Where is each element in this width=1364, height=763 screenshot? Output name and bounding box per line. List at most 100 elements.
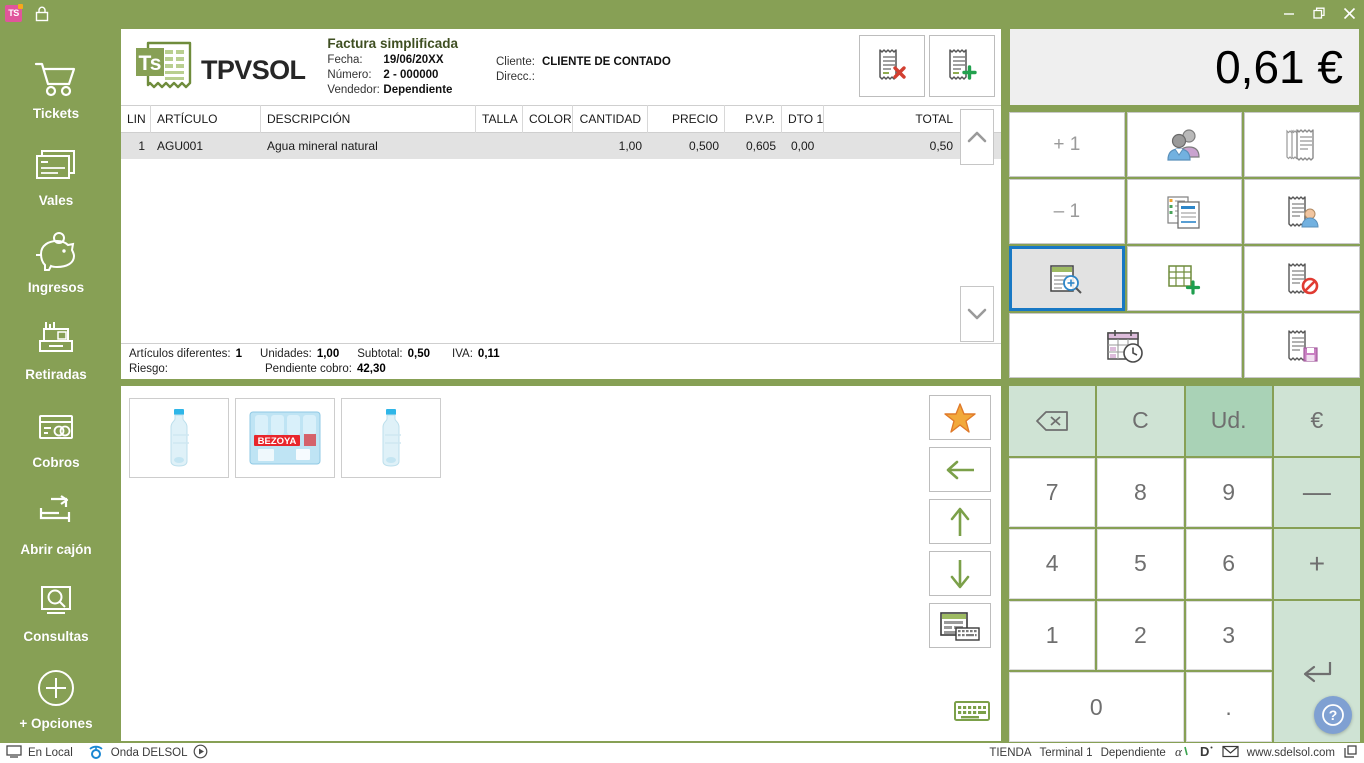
units-key[interactable]: Ud. — [1185, 386, 1272, 456]
radio-icon[interactable] — [87, 744, 105, 762]
field-cliente: Cliente: CLIENTE DE CONTADO — [496, 55, 671, 70]
receipt-delete-icon — [879, 49, 906, 80]
minimize-button[interactable] — [1274, 0, 1304, 26]
decrease-quantity-button[interactable]: – 1 — [1009, 179, 1125, 244]
table-header-row: LIN ARTÍCULO DESCRIPCIÓN TALLA COLOR CAN… — [121, 105, 1001, 133]
status-bar-right: TIENDA Terminal 1 Dependiente α D www.sd… — [989, 744, 1364, 762]
summary-label: Artículos diferentes: — [129, 348, 231, 360]
column-header-precio[interactable]: PRECIO — [648, 105, 725, 133]
select-customer-button[interactable] — [1126, 112, 1243, 177]
table-body: 1 AGU001 Agua mineral natural 1,00 0,500… — [121, 133, 1001, 326]
sidebar-item-tickets[interactable]: Tickets — [0, 44, 112, 131]
customer-ticket-button[interactable] — [1244, 179, 1360, 244]
decimal-key[interactable]: . — [1185, 672, 1272, 742]
add-line-button[interactable] — [1126, 246, 1243, 311]
shopping-cart-icon — [33, 55, 79, 101]
search-lines-button[interactable] — [1009, 246, 1125, 311]
minus-key[interactable]: — — [1273, 457, 1360, 528]
table-row[interactable]: 1 AGU001 Agua mineral natural 1,00 0,500… — [121, 133, 1001, 159]
cancel-ticket-button[interactable] — [1244, 246, 1360, 311]
cell-color — [523, 133, 573, 159]
sidebar-item-cobros[interactable]: Cobros — [0, 393, 112, 480]
status-website-label[interactable]: www.sdelsol.com — [1247, 747, 1335, 759]
summary-value: 1,00 — [316, 348, 340, 360]
delete-ticket-button[interactable] — [859, 35, 925, 97]
cell-lin: 1 — [138, 139, 145, 153]
key-1[interactable]: 1 — [1009, 600, 1096, 671]
sidebar-item-opciones[interactable]: + Opciones — [0, 655, 112, 742]
column-header-lin[interactable]: LIN — [121, 105, 151, 133]
sidebar-item-vales[interactable]: Vales — [0, 131, 112, 218]
column-header-color[interactable]: COLOR — [523, 105, 573, 133]
scroll-up-button[interactable] — [929, 499, 991, 544]
resize-icon[interactable] — [1343, 744, 1358, 762]
product-thumb-bezoya-pack[interactable]: BEZOYA — [235, 398, 335, 478]
plus-key[interactable]: + — [1273, 529, 1360, 599]
back-button[interactable] — [929, 447, 991, 492]
sidebar-item-ingresos[interactable]: Ingresos — [0, 219, 112, 306]
summary-label: Subtotal: — [357, 348, 403, 360]
euro-key[interactable]: € — [1273, 386, 1360, 456]
save-ticket-button[interactable] — [1244, 313, 1360, 378]
key-2[interactable]: 2 — [1097, 600, 1184, 671]
increase-quantity-button[interactable]: + 1 — [1009, 112, 1125, 177]
app-logo-badge: TS — [5, 3, 23, 22]
sidebar-item-abrir-cajon[interactable]: Abrir cajón — [0, 480, 112, 567]
new-ticket-button[interactable] — [929, 35, 995, 97]
documents-button[interactable] — [1126, 179, 1243, 244]
field-label: Fecha: — [327, 54, 363, 66]
customer-info[interactable]: Cliente: CLIENTE DE CONTADO Direcc.: — [496, 55, 671, 85]
field-label: Número: — [327, 69, 372, 81]
help-button[interactable]: ? — [1314, 696, 1352, 734]
scroll-up-button[interactable] — [960, 109, 994, 165]
schedule-button[interactable] — [1009, 313, 1243, 378]
close-button[interactable] — [1334, 0, 1364, 26]
column-header-articulo[interactable]: ARTÍCULO — [151, 105, 261, 133]
key-8[interactable]: 8 — [1097, 457, 1184, 528]
column-header-total[interactable]: TOTAL — [824, 105, 959, 133]
maximize-restore-button[interactable] — [1304, 0, 1334, 26]
clear-key[interactable]: C — [1097, 386, 1184, 456]
sidebar-item-consultas[interactable]: Consultas — [0, 568, 112, 655]
vouchers-icon — [34, 142, 78, 188]
field-fecha: Fecha: 19/06/20XX — [327, 53, 458, 68]
field-value: CLIENTE DE CONTADO — [541, 56, 671, 68]
svg-text:Ts: Ts — [139, 52, 162, 75]
summary-articulos-diferentes: Artículos diferentes: 1 — [129, 347, 242, 362]
summary-value: 42,30 — [356, 363, 386, 375]
sidebar-item-retiradas[interactable]: Retiradas — [0, 306, 112, 393]
key-0[interactable]: 0 — [1009, 672, 1184, 742]
column-header-pvp[interactable]: P.V.P. — [725, 105, 782, 133]
onscreen-form-button[interactable] — [929, 603, 991, 648]
brand-name: TPVSOL — [201, 54, 306, 85]
column-header-descripcion[interactable]: DESCRIPCIÓN — [261, 105, 476, 133]
product-thumb-water-bottle-1[interactable] — [129, 398, 229, 478]
favorites-button[interactable] — [929, 395, 991, 440]
key-9[interactable]: 9 — [1185, 457, 1272, 528]
water-bottle-image — [382, 409, 401, 467]
play-icon[interactable] — [193, 744, 208, 762]
key-7[interactable]: 7 — [1009, 457, 1096, 528]
column-header-dto1[interactable]: DTO 1 — [782, 105, 824, 133]
column-header-talla[interactable]: TALLA — [476, 105, 523, 133]
product-thumb-water-bottle-2[interactable] — [341, 398, 441, 478]
scroll-down-button[interactable] — [960, 286, 994, 342]
chevron-up-icon — [967, 131, 987, 143]
backspace-key[interactable] — [1009, 386, 1096, 456]
scroll-down-button[interactable] — [929, 551, 991, 596]
alpha-icon[interactable]: α — [1174, 744, 1191, 762]
documents-icon — [1167, 195, 1201, 229]
mail-icon[interactable] — [1222, 745, 1239, 761]
monitor-icon — [6, 745, 22, 761]
lock-icon[interactable] — [34, 5, 50, 22]
column-header-cantidad[interactable]: CANTIDAD — [573, 105, 648, 133]
key-5[interactable]: 5 — [1097, 529, 1184, 599]
pending-tickets-button[interactable] — [1244, 112, 1360, 177]
cell-cantidad: 1,00 — [618, 139, 642, 153]
key-3[interactable]: 3 — [1185, 600, 1272, 671]
key-6[interactable]: 6 — [1185, 529, 1272, 599]
d-icon[interactable]: D — [1199, 744, 1214, 762]
enter-icon — [1303, 662, 1331, 683]
key-4[interactable]: 4 — [1009, 529, 1096, 599]
virtual-keyboard-button[interactable] — [953, 699, 991, 723]
